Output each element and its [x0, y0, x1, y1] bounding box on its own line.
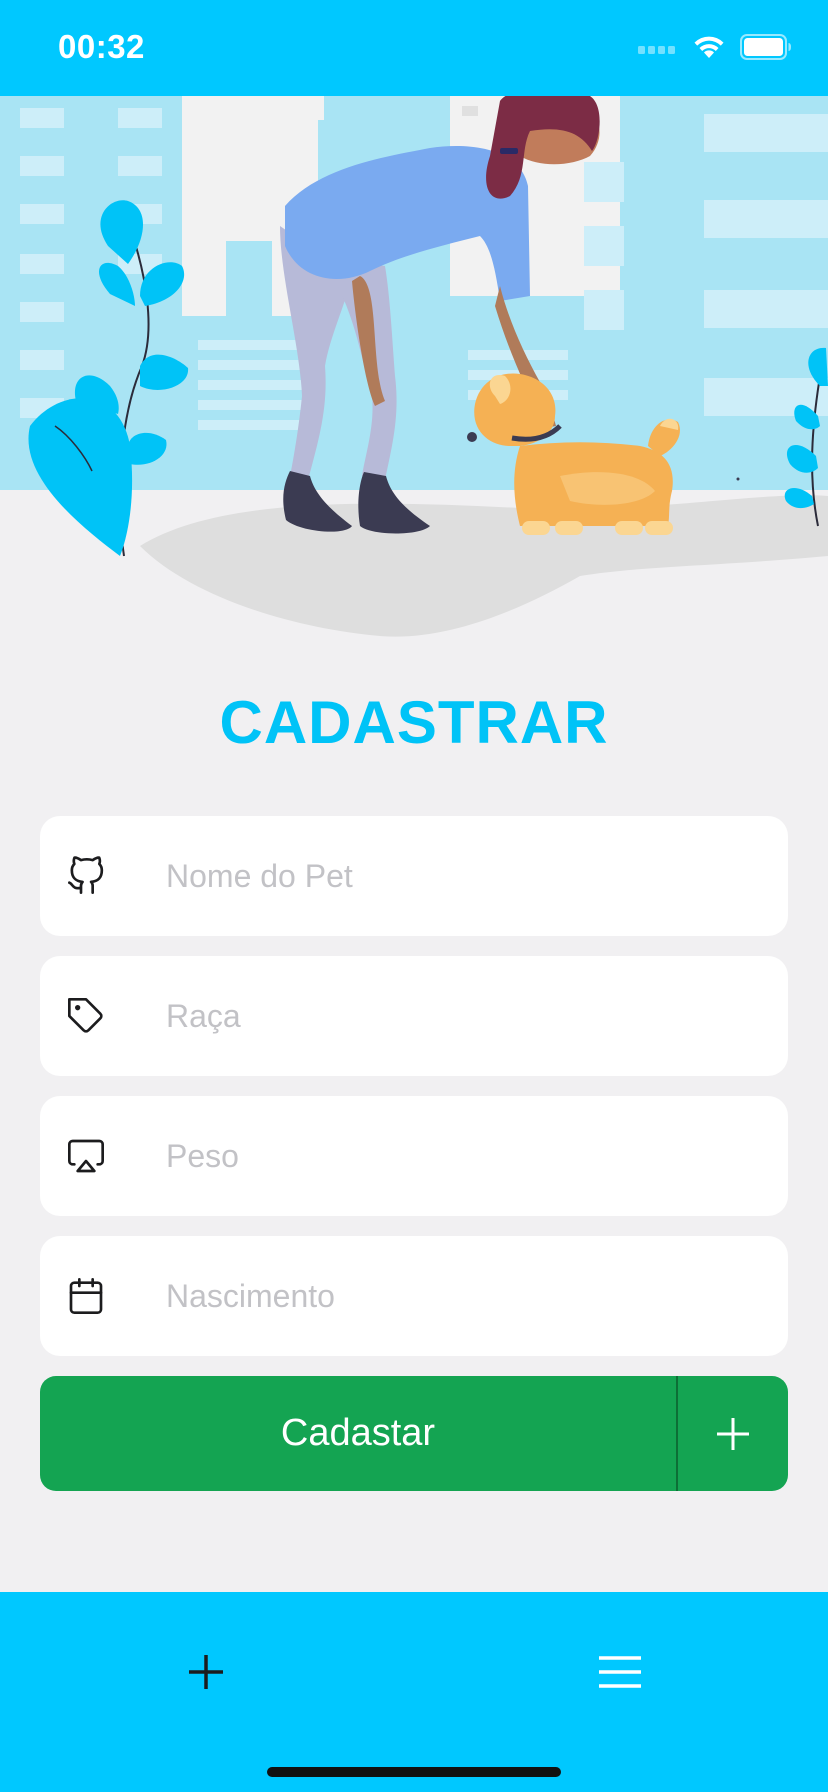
- pet-name-input[interactable]: [166, 816, 766, 936]
- calendar-icon: [69, 1278, 103, 1314]
- status-icons: [638, 34, 792, 60]
- breed-field[interactable]: [40, 956, 788, 1076]
- wifi-icon: [694, 36, 724, 58]
- tab-add[interactable]: [156, 1642, 256, 1702]
- plus-icon: [189, 1655, 223, 1689]
- battery-icon: [740, 34, 791, 60]
- birth-date-input[interactable]: [166, 1236, 766, 1356]
- weight-field[interactable]: [40, 1096, 788, 1216]
- pet-name-field[interactable]: [40, 816, 788, 936]
- tab-menu[interactable]: [570, 1642, 670, 1702]
- breed-input[interactable]: [166, 956, 766, 1076]
- weight-input[interactable]: [166, 1096, 766, 1216]
- tag-icon: [68, 998, 103, 1033]
- menu-icon: [599, 1656, 641, 1688]
- tab-bar: [0, 1592, 828, 1792]
- page-title: CADASTRAR: [219, 689, 609, 756]
- submit-button-group: Cadastar: [40, 1376, 788, 1491]
- plus-icon: [717, 1417, 749, 1450]
- status-time: 00:32: [58, 28, 145, 65]
- airplay-icon: [68, 1139, 104, 1173]
- home-indicator: [267, 1767, 561, 1777]
- github-icon: [68, 856, 104, 894]
- status-bar: 00:32: [0, 0, 828, 96]
- signal-icon: [638, 46, 675, 54]
- submit-button[interactable]: Cadastar: [40, 1376, 676, 1491]
- birth-date-field[interactable]: [40, 1236, 788, 1356]
- add-button[interactable]: [678, 1376, 788, 1491]
- hero-illustration: [0, 96, 828, 686]
